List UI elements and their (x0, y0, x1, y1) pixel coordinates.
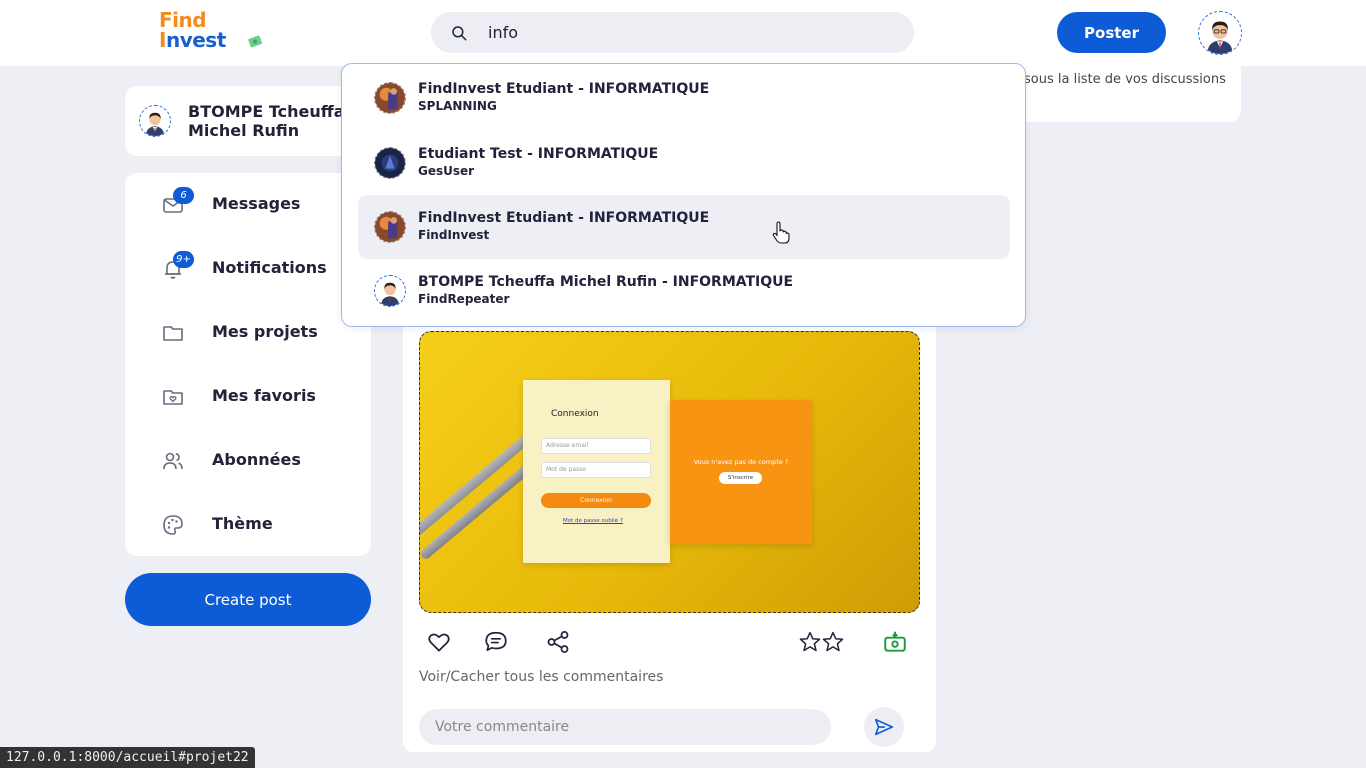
rating-stars-icon[interactable] (798, 629, 846, 655)
profile-card[interactable]: BTOMPE Tcheuffa Michel Rufin (125, 86, 371, 156)
browser-status-bar: 127.0.0.1:8000/accueil#projet22 (0, 747, 255, 768)
create-post-button[interactable]: Create post (125, 573, 371, 626)
login-mockup: Connexion Adresse email Mot de passe Con… (523, 380, 670, 563)
sidebar-item-label: Mes favoris (212, 386, 316, 405)
folder-icon (163, 326, 183, 341)
sidebar-item-label: Mes projets (212, 322, 318, 341)
toggle-comments-link[interactable]: Voir/Cacher tous les commentaires (419, 669, 663, 685)
mock-email-field: Adresse email (541, 438, 651, 454)
comment-icon[interactable] (483, 629, 509, 655)
search-result-item[interactable]: BTOMPE Tcheuffa Michel Rufin - INFORMATI… (358, 259, 1010, 323)
mock-password-field: Mot de passe (541, 462, 651, 478)
sidebar-item-label: Messages (212, 194, 301, 213)
sidebar-item-messages[interactable]: 6 Messages (125, 181, 371, 229)
money-icon (248, 35, 263, 48)
users-icon (163, 452, 183, 470)
sidebar-item-theme[interactable]: Thème (125, 501, 371, 549)
pencil-graphic (420, 430, 536, 541)
palette-icon (163, 515, 183, 535)
post-card: Connexion Adresse email Mot de passe Con… (403, 300, 936, 752)
findinvest-logo[interactable]: Find Invest (159, 8, 269, 54)
sidebar-menu: 6 Messages 9+ Notifications Mes projets … (125, 173, 371, 556)
user-avatar[interactable] (1198, 11, 1242, 55)
mock-login-button: Connexion (541, 493, 651, 508)
search-icon (452, 26, 467, 41)
avatar-icon (140, 106, 170, 136)
search-result-item[interactable]: FindInvest Etudiant - INFORMATIQUE FindI… (358, 195, 1010, 259)
sidebar-item-notifications[interactable]: 9+ Notifications (125, 245, 371, 293)
profile-name: BTOMPE Tcheuffa Michel Rufin (188, 102, 345, 140)
sidebar-item-label: Thème (212, 514, 273, 533)
discussions-hint: sous la liste de vos discussions (1024, 72, 1226, 87)
result-avatar (374, 275, 406, 307)
logo-text-line2: Invest (159, 28, 226, 52)
mock-signup-button: S'inscrire (719, 472, 762, 484)
discussions-panel: sous la liste de vos discussions (1010, 60, 1241, 122)
mock-no-account-text: Vous n'avez pas de compte ? (693, 458, 789, 466)
mock-forgot-link: Mot de passe oublié ? (563, 518, 623, 524)
like-heart-icon[interactable] (426, 629, 452, 655)
hand-cursor-icon (772, 221, 790, 244)
profile-avatar (139, 105, 171, 137)
result-title: BTOMPE Tcheuffa Michel Rufin - INFORMATI… (418, 274, 794, 290)
result-subtitle: SPLANNING (418, 99, 497, 113)
result-title: FindInvest Etudiant - INFORMATIQUE (418, 210, 710, 226)
heart-folder-icon (163, 390, 183, 405)
search-results-dropdown: FindInvest Etudiant - INFORMATIQUE SPLAN… (341, 63, 1026, 327)
search-result-item[interactable]: FindInvest Etudiant - INFORMATIQUE SPLAN… (358, 66, 1010, 130)
result-avatar (374, 211, 406, 243)
sidebar-item-favorites[interactable]: Mes favoris (125, 373, 371, 421)
search-input[interactable] (488, 20, 888, 45)
send-comment-button[interactable] (864, 707, 904, 747)
result-subtitle: GesUser (418, 164, 475, 178)
result-title: Etudiant Test - INFORMATIQUE (418, 146, 659, 162)
comment-input[interactable] (419, 709, 831, 745)
search-bar[interactable] (431, 12, 914, 53)
notifications-badge: 9+ (173, 251, 194, 268)
invest-money-icon[interactable] (882, 629, 908, 655)
search-result-item[interactable]: Etudiant Test - INFORMATIQUE GesUser (358, 131, 1010, 195)
result-avatar (374, 147, 406, 179)
sidebar-item-followers[interactable]: Abonnées (125, 437, 371, 485)
signup-mockup: Vous n'avez pas de compte ? S'inscrire (670, 400, 812, 544)
avatar-icon (1199, 12, 1241, 54)
result-avatar (374, 82, 406, 114)
post-image[interactable]: Connexion Adresse email Mot de passe Con… (419, 331, 920, 613)
result-subtitle: FindInvest (418, 228, 490, 242)
result-subtitle: FindRepeater (418, 292, 510, 306)
sidebar-item-label: Abonnées (212, 450, 301, 469)
mock-login-title: Connexion (551, 409, 599, 419)
poster-button[interactable]: Poster (1057, 12, 1166, 53)
messages-badge: 6 (173, 187, 194, 204)
result-title: FindInvest Etudiant - INFORMATIQUE (418, 81, 710, 97)
sidebar-item-label: Notifications (212, 258, 327, 277)
top-header: Find Invest Poster (0, 0, 1366, 66)
share-icon[interactable] (545, 629, 571, 655)
send-icon (874, 718, 894, 736)
sidebar-item-projects[interactable]: Mes projets (125, 309, 371, 357)
